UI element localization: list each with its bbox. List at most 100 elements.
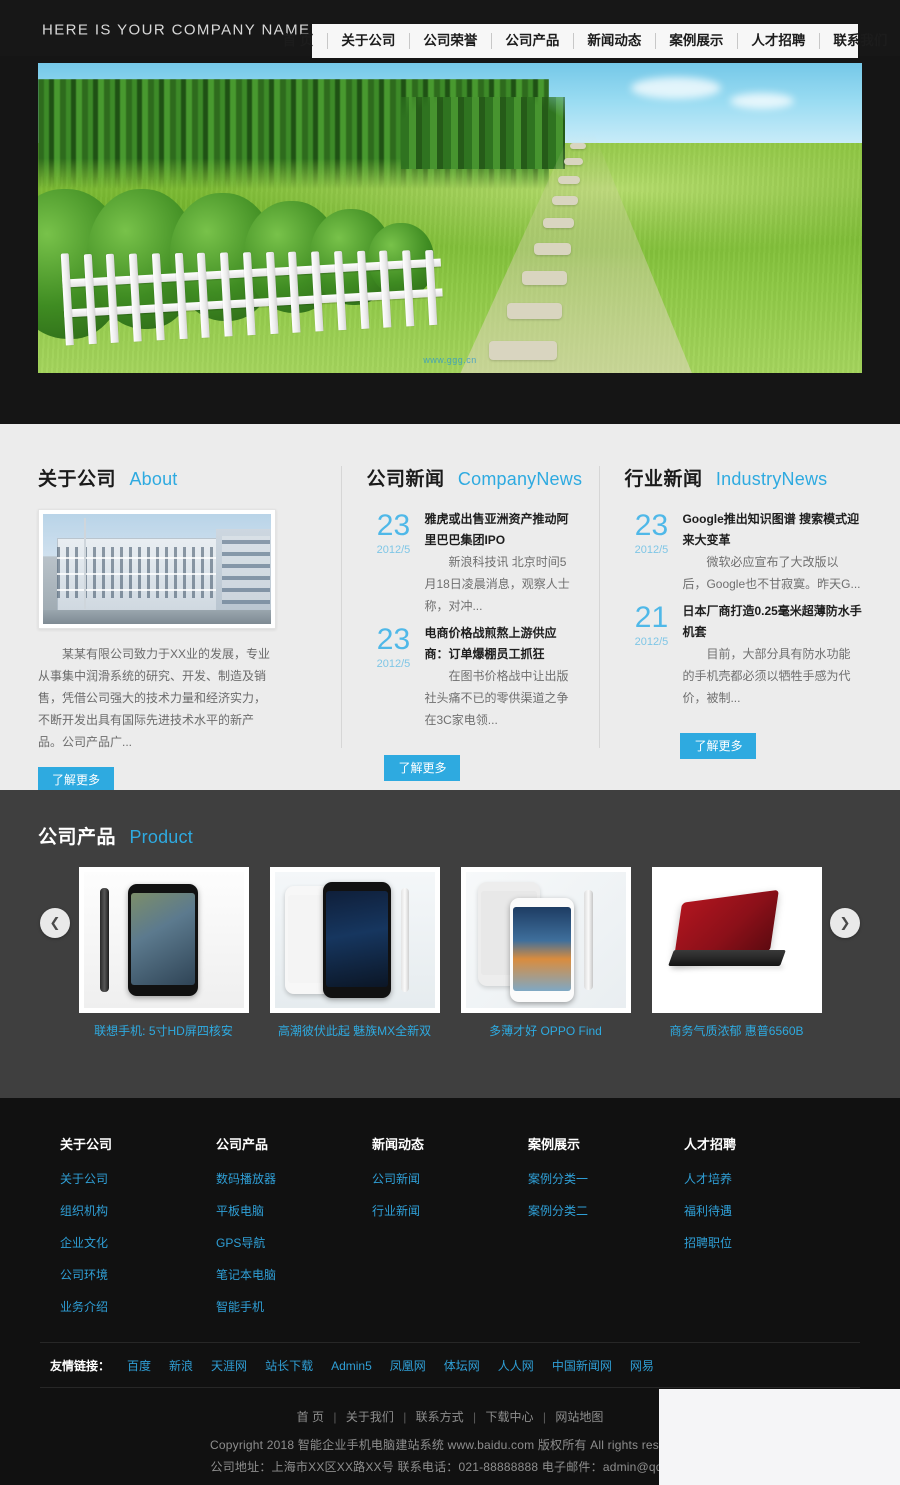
footer-link[interactable]: 企业文化 — [60, 1234, 216, 1251]
footer-link[interactable]: 公司环境 — [60, 1266, 216, 1283]
footer-link[interactable]: 笔记本电脑 — [216, 1266, 372, 1283]
footer-link[interactable]: 案例分类二 — [528, 1202, 684, 1219]
footer-link[interactable]: 公司新闻 — [372, 1170, 528, 1187]
product-caption[interactable]: 多薄才好 OPPO Find — [461, 1022, 631, 1039]
footer-link[interactable]: 智能手机 — [216, 1298, 372, 1315]
friendly-link[interactable]: 体坛网 — [444, 1357, 480, 1374]
product-thumbnail[interactable] — [78, 867, 249, 1013]
friendly-link[interactable]: 站长下载 — [265, 1357, 313, 1374]
news-date: 23 2012/5 — [624, 509, 678, 595]
about-text: 某某有限公司致力于XX业的发展，专业从事集中润滑系统的研究、开发、制造及销售，凭… — [38, 647, 271, 749]
chevron-left-icon[interactable]: ❮ — [40, 908, 70, 938]
chevron-right-icon[interactable]: ❯ — [830, 908, 860, 938]
footer-column-title: 公司产品 — [216, 1137, 269, 1152]
nav-item-contact[interactable]: 联系我们 — [819, 24, 900, 58]
friendly-link[interactable]: 网易 — [630, 1357, 654, 1374]
news-year-month: 2012/5 — [376, 658, 411, 670]
nav-item-home[interactable]: 首 页 — [269, 24, 328, 58]
footer-link[interactable]: 平板电脑 — [216, 1202, 372, 1219]
nav-item-products[interactable]: 公司产品 — [491, 24, 573, 58]
friendly-links-label: 友情链接： — [50, 1359, 111, 1373]
bottom-nav-link[interactable]: 联系方式 — [416, 1410, 464, 1424]
product-card[interactable]: 联想手机: 5寸HD屏四核安 — [78, 867, 249, 1039]
industry-news-heading: 行业新闻 IndustryNews — [624, 464, 862, 491]
friendly-link[interactable]: 凤凰网 — [390, 1357, 426, 1374]
nav-item-honor[interactable]: 公司荣誉 — [409, 24, 491, 58]
nav-item-cases[interactable]: 案例展示 — [655, 24, 737, 58]
friendly-links-bar: 友情链接： 百度 新浪 天涯网 站长下载 Admin5 凤凰网 体坛网 人人网 … — [40, 1342, 860, 1388]
nav-separator: | — [333, 1410, 337, 1424]
hero-banner-image[interactable]: www.ggg.cn — [38, 63, 862, 373]
news-description: 微软必应宣布了大改版以后，Google也不甘寂寞。昨天G... — [682, 555, 861, 591]
friendly-link[interactable]: 百度 — [127, 1357, 151, 1374]
product-card[interactable]: 多薄才好 OPPO Find — [460, 867, 631, 1039]
news-item[interactable]: 23 2012/5 雅虎或出售亚洲资产推动阿里巴巴集团IPO 新浪科技讯 北京时… — [366, 509, 576, 617]
friendly-link[interactable]: Admin5 — [331, 1359, 372, 1373]
footer-link[interactable]: 人才培养 — [684, 1170, 840, 1187]
news-title[interactable]: 日本厂商打造0.25毫米超薄防水手机套 — [682, 601, 862, 643]
industry-news-more-button[interactable]: 了解更多 — [680, 733, 757, 759]
bottom-nav-link[interactable]: 下载中心 — [485, 1410, 533, 1424]
product-card[interactable]: 高潮彼伏此起 魅族MX全新双 — [269, 867, 440, 1039]
cloud-shape — [631, 77, 722, 99]
cloud-shape — [730, 93, 795, 109]
news-title[interactable]: Google推出知识图谱 搜索模式迎来大变革 — [682, 509, 862, 551]
footer-link[interactable]: 福利待遇 — [684, 1202, 840, 1219]
banner-treeline-far — [400, 97, 566, 169]
product-caption[interactable]: 联想手机: 5寸HD屏四核安 — [79, 1022, 249, 1039]
news-day: 23 — [634, 509, 669, 542]
bottom-nav-link[interactable]: 网站地图 — [555, 1410, 603, 1424]
company-news-heading-cn: 公司新闻 — [366, 469, 445, 490]
footer-column-careers: 人才招聘 人才培养 福利待遇 招聘职位 — [684, 1134, 840, 1330]
footer-link[interactable]: 案例分类一 — [528, 1170, 684, 1187]
news-item[interactable]: 23 2012/5 Google推出知识图谱 搜索模式迎来大变革 微软必应宣布了… — [624, 509, 862, 595]
nav-separator: | — [403, 1410, 407, 1424]
product-caption[interactable]: 高潮彼伏此起 魅族MX全新双 — [270, 1022, 440, 1039]
product-thumbnail[interactable] — [651, 867, 822, 1013]
banner-watermark: www.ggg.cn — [423, 355, 477, 365]
hero-banner-area: www.ggg.cn — [0, 56, 900, 424]
footer-column-title: 人才招聘 — [684, 1137, 737, 1152]
footer-link[interactable]: 招聘职位 — [684, 1234, 840, 1251]
main-navigation[interactable]: 首 页 关于公司 公司荣誉 公司产品 新闻动态 案例展示 人才招聘 联系我们 — [283, 24, 887, 58]
industry-news-heading-en: IndustryNews — [715, 469, 828, 489]
friendly-link[interactable]: 天涯网 — [211, 1357, 247, 1374]
footer-link[interactable]: 关于公司 — [60, 1170, 216, 1187]
news-item[interactable]: 23 2012/5 电商价格战煎熬上游供应商：订单爆棚员工抓狂 在图书价格战中让… — [366, 623, 576, 731]
site-header: HERE IS YOUR COMPANY NAME 首 页 关于公司 公司荣誉 … — [0, 0, 900, 58]
friendly-link[interactable]: 新浪 — [169, 1357, 193, 1374]
nav-separator: | — [473, 1410, 477, 1424]
nav-item-careers[interactable]: 人才招聘 — [737, 24, 819, 58]
bottom-nav-link[interactable]: 关于我们 — [346, 1410, 394, 1424]
about-heading-cn: 关于公司 — [38, 469, 117, 490]
footer-link[interactable]: 业务介绍 — [60, 1298, 216, 1315]
footer-link[interactable]: 行业新闻 — [372, 1202, 528, 1219]
friendly-link[interactable]: 中国新闻网 — [552, 1357, 612, 1374]
friendly-link[interactable]: 人人网 — [498, 1357, 534, 1374]
products-section: 公司产品 Product 联想手机: 5寸HD屏四核安 高潮彼伏此起 魅族MX全… — [0, 790, 900, 1098]
about-photo[interactable] — [38, 509, 276, 629]
footer-column-title: 案例展示 — [528, 1137, 581, 1152]
company-news-heading-en: CompanyNews — [457, 469, 583, 489]
nav-item-news[interactable]: 新闻动态 — [573, 24, 655, 58]
news-item[interactable]: 21 2012/5 日本厂商打造0.25毫米超薄防水手机套 目前，大部分具有防水… — [624, 601, 862, 709]
product-card[interactable]: 商务气质浓郁 惠普6560B — [651, 867, 822, 1039]
news-title[interactable]: 电商价格战煎熬上游供应商：订单爆棚员工抓狂 — [424, 623, 576, 665]
news-description: 新浪科技讯 北京时间5月18日凌晨消息，观察人士称，对冲... — [424, 555, 570, 613]
nav-item-about[interactable]: 关于公司 — [327, 24, 409, 58]
company-news-more-button[interactable]: 了解更多 — [384, 755, 461, 781]
footer-link[interactable]: GPS导航 — [216, 1234, 372, 1251]
product-thumbnail[interactable] — [269, 867, 440, 1013]
news-title[interactable]: 雅虎或出售亚洲资产推动阿里巴巴集团IPO — [424, 509, 576, 551]
product-caption[interactable]: 商务气质浓郁 惠普6560B — [652, 1022, 822, 1039]
footer-link[interactable]: 数码播放器 — [216, 1170, 372, 1187]
bottom-nav-link[interactable]: 首 页 — [297, 1410, 324, 1424]
news-day: 23 — [376, 623, 411, 656]
products-heading: 公司产品 Product — [38, 822, 862, 849]
company-news-column: 公司新闻 CompanyNews 23 2012/5 雅虎或出售亚洲资产推动阿里… — [342, 464, 601, 790]
products-heading-cn: 公司产品 — [38, 827, 117, 848]
news-year-month: 2012/5 — [634, 636, 669, 648]
news-day: 21 — [634, 601, 669, 634]
footer-link[interactable]: 组织机构 — [60, 1202, 216, 1219]
product-thumbnail[interactable] — [460, 867, 631, 1013]
